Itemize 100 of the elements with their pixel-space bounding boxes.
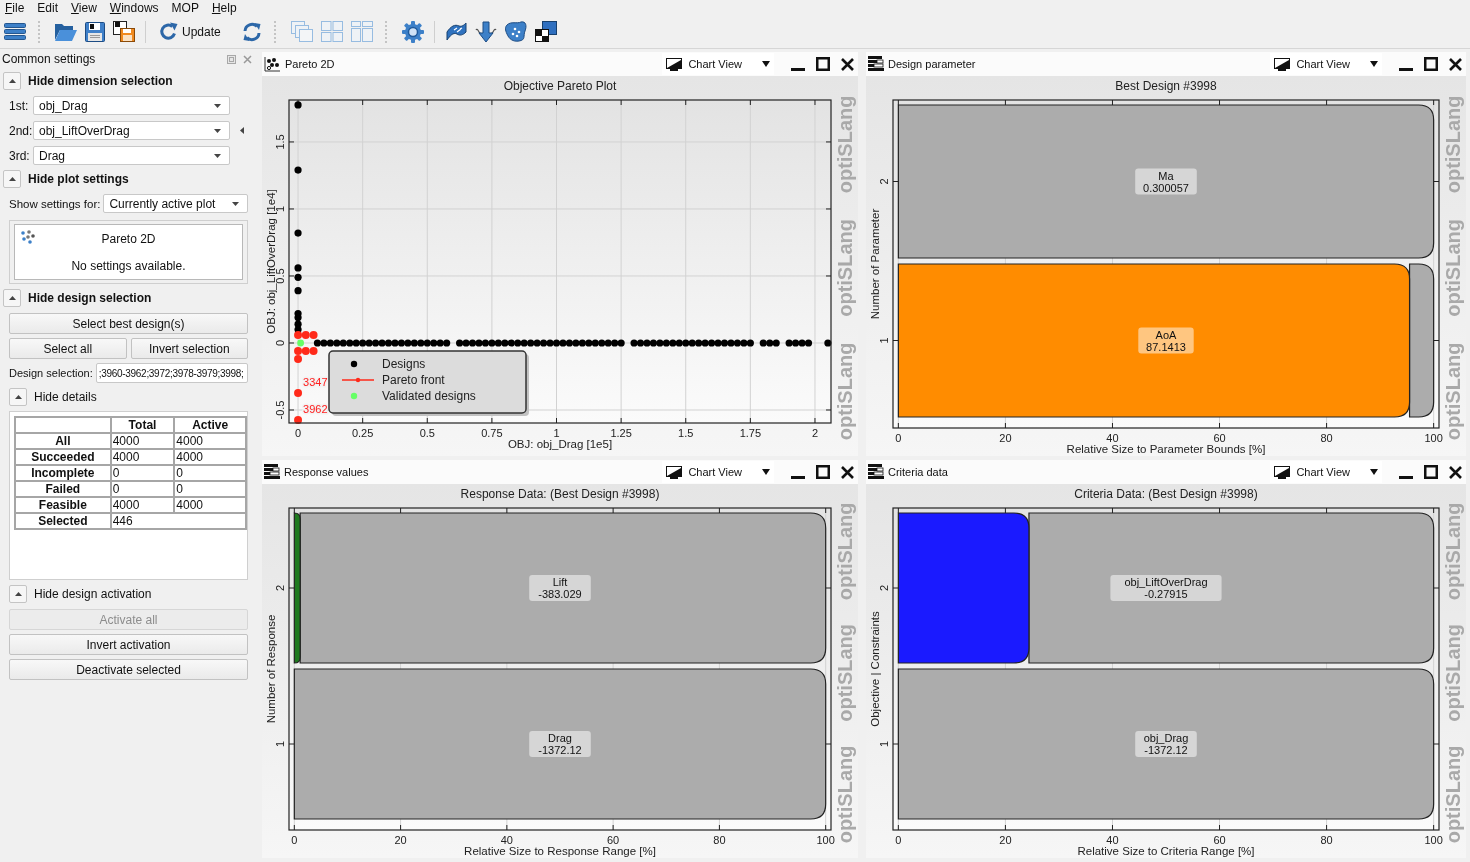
axis-tick-label: 20 xyxy=(394,834,407,846)
axis-tick-label: -0.5 xyxy=(274,400,286,420)
dimension-dropdown[interactable]: Drag xyxy=(33,146,230,165)
view-dropdown[interactable]: Chart View xyxy=(1270,461,1382,483)
axis-tick-label: 1.5 xyxy=(678,427,694,439)
axis-title: Objective | Constraints xyxy=(869,611,881,727)
data-point xyxy=(824,339,832,347)
flag-icon[interactable] xyxy=(444,21,467,42)
value-label: Lift -383.029 xyxy=(529,575,591,601)
caret-up-icon xyxy=(8,79,16,83)
sync-icon[interactable] xyxy=(241,21,262,42)
value-label: Drag -1372.12 xyxy=(529,731,591,757)
table-cell: 4000 xyxy=(174,449,246,465)
menu-item[interactable]: MOP xyxy=(171,0,199,15)
menu-item[interactable]: Windows xyxy=(109,0,159,15)
table-cell: 4000 xyxy=(174,433,246,449)
stacked-windows-icon[interactable] xyxy=(534,21,557,42)
action-button[interactable]: Select all xyxy=(9,338,127,359)
table-cell: 0 xyxy=(174,465,246,481)
close-icon[interactable] xyxy=(1449,465,1462,479)
monitor-icon xyxy=(666,465,683,479)
scatter-icon xyxy=(20,230,36,244)
panel-title: Pareto 2D xyxy=(285,58,335,70)
axis-tick-label: 60 xyxy=(1213,834,1226,846)
axis-tick-label: 0 xyxy=(274,339,286,347)
watermark-text: optiSLang xyxy=(1442,624,1464,722)
close-icon[interactable] xyxy=(841,57,854,71)
folder-icon[interactable] xyxy=(55,22,77,41)
table-cell: 0 xyxy=(174,481,246,497)
menu-item[interactable]: File xyxy=(5,0,25,15)
action-button[interactable]: Deactivate selected xyxy=(9,659,248,680)
row-header: Incomplete xyxy=(15,465,111,481)
pareto-point xyxy=(294,347,303,356)
action-button[interactable]: Select best design(s) xyxy=(9,313,248,334)
menu-item[interactable]: Help xyxy=(211,0,237,15)
floppies-icon[interactable] xyxy=(113,21,135,42)
data-point xyxy=(294,229,302,237)
dotted-shape-icon[interactable] xyxy=(504,21,527,42)
caret-down-icon xyxy=(214,153,221,158)
pareto-point xyxy=(301,330,310,339)
caret-up-icon xyxy=(14,395,22,399)
save-icon[interactable] xyxy=(85,21,105,42)
menu-item[interactable]: View xyxy=(71,0,97,15)
maximize-icon[interactable] xyxy=(1424,465,1438,479)
table-cell: 4000 xyxy=(110,497,175,513)
maximize-icon[interactable] xyxy=(816,57,830,71)
axis-tick-label: 2 xyxy=(878,584,890,592)
pareto-point xyxy=(309,347,318,356)
plot-dropdown[interactable]: Currently active plot xyxy=(103,194,248,213)
collapse-button[interactable] xyxy=(3,289,21,307)
design-selection-field[interactable]: ;3960-3962;3972;3978-3979;3998; xyxy=(95,363,248,383)
maximize-icon[interactable] xyxy=(816,465,830,479)
axis-tick-label: 1.5 xyxy=(274,134,286,150)
view-dropdown[interactable]: Chart View xyxy=(1270,53,1382,75)
axis-title: OBJ: obj_Drag [1e5] xyxy=(507,438,613,450)
watermark-text: optiSLang xyxy=(1442,502,1464,601)
menu-icon[interactable] xyxy=(4,22,26,41)
watermark-text: optiSLang xyxy=(834,95,856,194)
point-label: 3347 xyxy=(303,376,328,388)
table-cell: 0 xyxy=(110,481,175,497)
dimension-dropdown[interactable]: obj_Drag xyxy=(33,96,230,115)
axis-tick-label: 40 xyxy=(1106,432,1119,444)
down-arrow-icon[interactable] xyxy=(474,20,497,43)
collapse-button[interactable] xyxy=(3,170,21,188)
pareto-point xyxy=(294,389,303,397)
line-marker-icon xyxy=(341,377,375,383)
dimension-dropdown[interactable]: obj_LiftOverDrag xyxy=(33,121,230,140)
watermark-text: optiSLang xyxy=(1442,95,1464,194)
caret-left-icon[interactable] xyxy=(240,127,244,134)
legend-label: Pareto front xyxy=(382,373,445,387)
pareto-point xyxy=(294,355,303,364)
update-button[interactable]: Update xyxy=(156,20,224,43)
axis-title: OBJ: obj_LiftOverDrag [1e4] xyxy=(265,189,277,334)
watermark-text: optiSLang xyxy=(834,342,856,441)
axis-tick-label: 1 xyxy=(274,205,286,212)
close-icon[interactable] xyxy=(841,465,854,479)
axis-tick-label: 0.75 xyxy=(481,427,503,439)
caret-up-icon xyxy=(8,296,16,300)
maximize-icon[interactable] xyxy=(1424,57,1438,71)
pareto-point xyxy=(301,347,310,356)
caret-up-icon xyxy=(8,177,16,181)
close-icon[interactable] xyxy=(1449,57,1462,71)
value-label: Ma 0.300057 xyxy=(1135,168,1197,195)
section-title: Hide details xyxy=(34,390,97,404)
dot-marker-icon xyxy=(350,392,358,400)
view-dropdown[interactable]: Chart View xyxy=(662,461,774,483)
row-header: Failed xyxy=(15,481,111,497)
axis-tick-label: 80 xyxy=(1320,432,1333,444)
watermark-text: optiSLang xyxy=(834,502,856,601)
view-dropdown[interactable]: Chart View xyxy=(662,53,774,75)
collapse-button[interactable] xyxy=(9,388,27,406)
monitor-icon xyxy=(1274,57,1291,71)
row-header: Succeeded xyxy=(15,449,111,465)
menu-item[interactable]: Edit xyxy=(37,0,59,15)
collapse-button[interactable] xyxy=(9,585,27,603)
collapse-button[interactable] xyxy=(3,72,21,90)
caret-down-icon xyxy=(1370,469,1378,475)
action-button[interactable]: Invert selection xyxy=(130,338,248,359)
data-point xyxy=(294,166,302,174)
action-button[interactable]: Invert activation xyxy=(9,634,248,655)
